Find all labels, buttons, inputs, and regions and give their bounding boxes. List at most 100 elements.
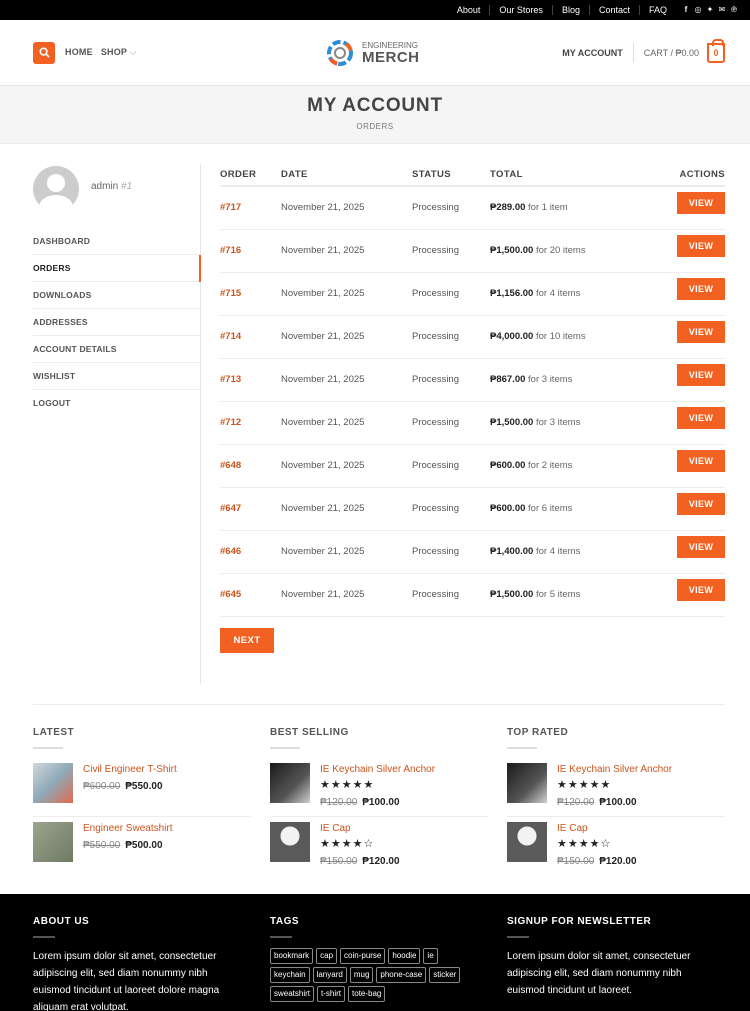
table-row: #716 November 21, 2025 Processing ₱1,500.00… (220, 229, 725, 273)
product-item[interactable]: Civil Engineer T-Shirt ₱600.00 ₱550.00 (33, 763, 251, 817)
view-order-button[interactable]: VIEW (677, 191, 725, 214)
product-name[interactable]: IE Keychain Silver Anchor (320, 764, 435, 775)
product-widgets: LATEST Civil Engineer T-Shirt ₱600.00 ₱55… (33, 704, 725, 894)
order-number[interactable]: #645 (220, 573, 281, 617)
order-number[interactable]: #648 (220, 444, 281, 488)
product-item[interactable]: IE Keychain Silver Anchor ★★★★★ ₱120.00 ₱… (507, 763, 725, 817)
order-item-count: for 1 item (525, 202, 568, 214)
product-thumbnail[interactable] (270, 822, 310, 862)
menu-item-orders[interactable]: ORDERS (33, 255, 201, 282)
product-thumbnail[interactable] (33, 822, 73, 862)
product-name[interactable]: Civil Engineer T-Shirt (83, 764, 177, 775)
view-order-button[interactable]: VIEW (677, 492, 725, 515)
view-order-button[interactable]: VIEW (677, 449, 725, 472)
tag-link[interactable]: mug (349, 967, 374, 983)
order-number[interactable]: #646 (220, 530, 281, 574)
old-price: ₱150.00 (557, 856, 595, 867)
tag-link[interactable]: cap (316, 948, 338, 964)
sale-price: ₱120.00 (599, 856, 637, 867)
tag-link[interactable]: bookmark (270, 948, 314, 964)
product-item[interactable]: Engineer Sweatshirt ₱550.00 ₱500.00 (33, 822, 251, 876)
topbar-link-contact[interactable]: Contact (590, 5, 640, 15)
product-name[interactable]: IE Cap (557, 823, 637, 834)
topbar-link-faq[interactable]: FAQ (640, 5, 676, 15)
tag-link[interactable]: coin-purse (340, 948, 386, 964)
order-total: ₱867.00 for 3 items (490, 358, 647, 402)
product-item[interactable]: IE Cap ★★★★☆ ₱150.00 ₱120.00 (270, 822, 488, 876)
topbar-link-blog[interactable]: Blog (553, 5, 590, 15)
title-underline (33, 936, 55, 938)
footer-newsletter-title: SIGNUP FOR NEWSLETTER (507, 916, 652, 927)
col-status: STATUS (412, 164, 490, 187)
facebook-icon[interactable]: f (682, 6, 690, 14)
order-actions: VIEW (646, 358, 725, 402)
order-number[interactable]: #712 (220, 401, 281, 445)
view-order-button[interactable]: VIEW (677, 535, 725, 558)
account-sidebar: admin #1 DASHBOARD ORDERS DOWNLOADS ADDR… (33, 164, 201, 684)
view-order-button[interactable]: VIEW (677, 363, 725, 386)
order-number[interactable]: #714 (220, 315, 281, 359)
view-order-button[interactable]: VIEW (677, 234, 725, 257)
email-icon[interactable]: ✉ (718, 6, 726, 14)
order-status: Processing (412, 530, 490, 574)
cart-link[interactable]: CART / ₱0.00 (644, 48, 699, 58)
menu-item-dashboard[interactable]: DASHBOARD (33, 228, 200, 255)
order-actions: VIEW (646, 272, 725, 316)
menu-item-wishlist[interactable]: WISHLIST (33, 363, 200, 390)
order-number[interactable]: #717 (220, 186, 281, 230)
order-item-count: for 20 items (533, 245, 586, 256)
tag-link[interactable]: ie (423, 948, 438, 964)
product-name[interactable]: IE Keychain Silver Anchor (557, 764, 672, 775)
order-number[interactable]: #716 (220, 229, 281, 273)
tag-link[interactable]: lanyard (312, 967, 347, 983)
order-amount: ₱1,500.00 (490, 417, 534, 428)
twitter-icon[interactable]: ✦ (706, 6, 714, 14)
order-amount: ₱1,500.00 (490, 245, 534, 256)
order-item-count: for 4 items (533, 288, 581, 299)
account-menu: DASHBOARD ORDERS DOWNLOADS ADDRESSES ACC… (33, 228, 201, 417)
search-button[interactable] (33, 41, 55, 64)
menu-item-logout[interactable]: LOGOUT (33, 390, 200, 417)
product-thumbnail[interactable] (270, 763, 310, 803)
menu-item-account-details[interactable]: ACCOUNT DETAILS (33, 336, 200, 363)
next-page-button[interactable]: NEXT (220, 627, 274, 653)
order-actions: VIEW (646, 487, 725, 531)
tag-link[interactable]: phone-case (376, 967, 427, 983)
instagram-icon[interactable]: ◎ (694, 6, 702, 14)
view-order-button[interactable]: VIEW (677, 277, 725, 300)
order-number[interactable]: #715 (220, 272, 281, 316)
orders-header-row: ORDER DATE STATUS TOTAL ACTIONS (220, 164, 725, 187)
topbar-link-about[interactable]: About (448, 5, 491, 15)
tag-link[interactable]: sweatshirt (270, 986, 315, 1002)
order-amount: ₱867.00 (490, 374, 526, 385)
order-number[interactable]: #713 (220, 358, 281, 402)
pinterest-icon[interactable]: ℗ (730, 6, 738, 14)
view-order-button[interactable]: VIEW (677, 406, 725, 429)
nav-home[interactable]: HOME (65, 47, 93, 58)
order-status: Processing (412, 401, 490, 445)
tag-link[interactable]: keychain (270, 967, 310, 983)
nav-shop[interactable]: SHOP ⌵ (101, 47, 137, 58)
view-order-button[interactable]: VIEW (677, 578, 725, 601)
site-logo[interactable]: ENGINEERING MERCH (323, 34, 420, 72)
tag-link[interactable]: sticker (429, 967, 461, 983)
topbar-link-our-stores[interactable]: Our Stores (490, 5, 553, 15)
cart-bag-icon[interactable]: 0 (707, 38, 725, 63)
product-name[interactable]: Engineer Sweatshirt (83, 823, 173, 834)
order-status: Processing (412, 487, 490, 531)
view-order-button[interactable]: VIEW (677, 320, 725, 343)
my-account-link[interactable]: MY ACCOUNT (562, 48, 623, 58)
product-item[interactable]: IE Keychain Silver Anchor ★★★★★ ₱120.00 ₱… (270, 763, 488, 817)
tag-link[interactable]: tote-bag (348, 986, 386, 1002)
menu-item-addresses[interactable]: ADDRESSES (33, 309, 200, 336)
product-name[interactable]: IE Cap (320, 823, 400, 834)
product-item[interactable]: IE Cap ★★★★☆ ₱150.00 ₱120.00 (507, 822, 725, 876)
tag-link[interactable]: hoodie (388, 948, 421, 964)
product-thumbnail[interactable] (507, 763, 547, 803)
tag-link[interactable]: t-shirt (317, 986, 346, 1002)
product-thumbnail[interactable] (33, 763, 73, 803)
product-thumbnail[interactable] (507, 822, 547, 862)
order-number[interactable]: #647 (220, 487, 281, 531)
top-bar: About Our Stores Blog Contact FAQ f ◎ ✦ … (0, 0, 750, 20)
menu-item-downloads[interactable]: DOWNLOADS (33, 282, 200, 309)
